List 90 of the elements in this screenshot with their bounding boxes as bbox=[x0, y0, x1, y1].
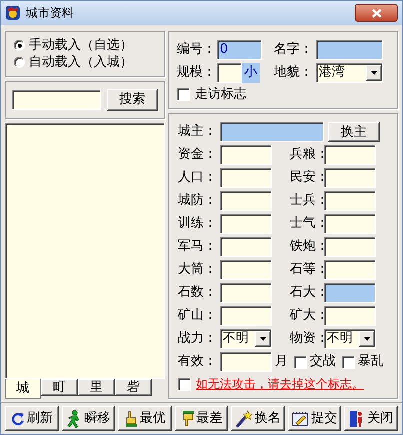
input-field[interactable] bbox=[324, 145, 376, 165]
dropdown[interactable]: 不明 bbox=[324, 329, 376, 349]
checkbox-label: 走访标志 bbox=[195, 86, 247, 104]
field-label: 石等： bbox=[289, 261, 324, 280]
app-icon bbox=[5, 5, 21, 21]
input-field[interactable] bbox=[324, 283, 376, 303]
dropdown-value: 不明 bbox=[223, 330, 249, 348]
toolbar-button[interactable]: 刷新 bbox=[5, 406, 59, 431]
radio-label: 手动载入（自选） bbox=[29, 36, 133, 55]
dropdown-value: 不明 bbox=[327, 330, 353, 348]
input-field[interactable] bbox=[324, 214, 376, 234]
toolbar-button[interactable]: 换名 bbox=[231, 406, 285, 431]
radio-option[interactable]: 手动载入（自选） bbox=[14, 37, 156, 54]
field-label: 矿山： bbox=[178, 307, 218, 326]
tab[interactable]: 城 bbox=[5, 379, 41, 399]
window-title: 城市资料 bbox=[26, 5, 74, 22]
checkbox[interactable] bbox=[294, 356, 307, 368]
input-field[interactable] bbox=[220, 214, 272, 234]
dropdown-value: 港湾 bbox=[319, 64, 345, 82]
field-label: 城主： bbox=[178, 123, 218, 142]
input-field[interactable] bbox=[316, 40, 383, 60]
field-label: 名字： bbox=[274, 41, 314, 60]
field-unit: 月 bbox=[275, 353, 288, 372]
input-field[interactable] bbox=[220, 283, 272, 303]
toolbar-button[interactable]: 提交 bbox=[288, 406, 342, 431]
scale-unit: 小 bbox=[242, 63, 260, 83]
field-label: 规模： bbox=[177, 64, 217, 82]
field-label: 铁炮： bbox=[289, 238, 324, 256]
change-lord-button[interactable]: 换主 bbox=[328, 122, 380, 142]
field-label: 有效： bbox=[178, 353, 218, 372]
search-button[interactable]: 搜索 bbox=[106, 89, 158, 111]
radio-button[interactable] bbox=[14, 40, 25, 51]
checkbox[interactable] bbox=[177, 88, 190, 101]
close-button[interactable] bbox=[355, 4, 398, 22]
input-field[interactable] bbox=[220, 306, 272, 326]
radio-label: 自动载入（入城） bbox=[29, 54, 133, 72]
input-field[interactable] bbox=[324, 237, 376, 257]
field-label: 矿大： bbox=[289, 307, 324, 326]
input-field[interactable]: 0 bbox=[217, 40, 262, 60]
radio-button[interactable] bbox=[14, 57, 25, 68]
refresh-icon bbox=[10, 412, 25, 426]
field-label: 人口： bbox=[178, 169, 218, 188]
close-icon bbox=[372, 8, 382, 18]
toolbar-button[interactable]: 最优 bbox=[118, 406, 172, 431]
tab[interactable]: 砦 bbox=[115, 379, 152, 396]
field-value: 0 bbox=[220, 42, 228, 57]
checkbox[interactable] bbox=[342, 356, 355, 368]
input-field[interactable] bbox=[220, 191, 272, 211]
field-label: 士兵： bbox=[289, 192, 324, 210]
radio-option[interactable]: 自动载入（入城） bbox=[14, 54, 156, 71]
field-label: 编号： bbox=[177, 41, 217, 60]
checkbox-label: 暴乱 bbox=[358, 353, 384, 372]
field-label: 大筒： bbox=[178, 261, 218, 280]
toolbar-button[interactable]: 关闭 bbox=[344, 406, 398, 431]
field-label: 资金： bbox=[178, 146, 218, 164]
input-field[interactable] bbox=[324, 168, 376, 188]
field-label: 训练： bbox=[178, 215, 218, 234]
thumbs-up-icon bbox=[124, 410, 138, 428]
field-label: 物资： bbox=[289, 330, 324, 348]
input-field[interactable] bbox=[220, 237, 272, 257]
field-label: 地貌： bbox=[274, 64, 314, 82]
tab[interactable]: 町 bbox=[41, 379, 78, 396]
thumbs-down-icon bbox=[180, 410, 195, 428]
input-field[interactable] bbox=[220, 168, 272, 188]
field-label: 兵粮： bbox=[289, 146, 324, 164]
field-label: 士气： bbox=[289, 215, 324, 234]
input-field[interactable] bbox=[220, 260, 272, 280]
tab[interactable]: 里 bbox=[78, 379, 115, 396]
notepad-icon bbox=[292, 410, 310, 426]
field-label: 石数： bbox=[178, 284, 218, 302]
toolbar-button[interactable]: 最差 bbox=[174, 406, 228, 431]
input-field[interactable] bbox=[324, 260, 376, 280]
toolbar-button[interactable]: 瞬移 bbox=[62, 406, 116, 431]
checkbox[interactable] bbox=[178, 378, 191, 390]
input-field[interactable] bbox=[217, 63, 242, 83]
field-label: 军马： bbox=[178, 238, 218, 256]
input-field[interactable] bbox=[324, 306, 376, 326]
dropdown[interactable]: 不明 bbox=[220, 329, 272, 349]
checkbox-label: 交战 bbox=[310, 353, 336, 372]
input-field[interactable] bbox=[220, 145, 272, 165]
input-field[interactable] bbox=[220, 352, 272, 372]
field-label: 石大： bbox=[289, 284, 324, 302]
dropdown[interactable]: 港湾 bbox=[316, 63, 383, 83]
field-label: 战力： bbox=[178, 330, 218, 348]
magic-wand-icon bbox=[235, 410, 254, 428]
input-field[interactable] bbox=[324, 191, 376, 211]
field-label: 民安： bbox=[289, 169, 324, 188]
search-field[interactable] bbox=[12, 90, 101, 110]
input-field[interactable] bbox=[220, 122, 324, 142]
field-label: 城防： bbox=[178, 192, 218, 210]
